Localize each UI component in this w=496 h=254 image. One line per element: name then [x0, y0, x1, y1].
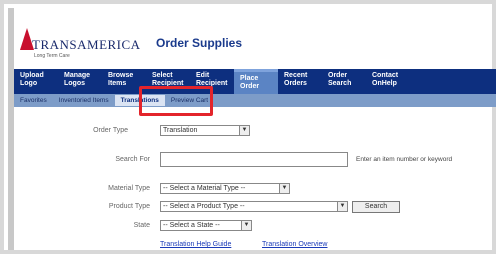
material-type-value: -- Select a Material Type -- — [163, 185, 246, 192]
chevron-down-icon: ▼ — [241, 221, 251, 230]
search-input[interactable] — [160, 152, 348, 167]
nav-manage-logos[interactable]: Manage Logos — [58, 69, 102, 94]
state-label: State — [133, 222, 150, 229]
translation-help-link[interactable]: Translation Help Guide — [160, 241, 231, 248]
product-type-label: Product Type — [108, 203, 150, 210]
material-type-label: Material Type — [108, 185, 150, 192]
search-label: Search For — [115, 156, 150, 163]
product-type-value: -- Select a Product Type -- — [163, 203, 245, 210]
brand-tagline: Long Term Care — [34, 53, 70, 59]
nav-recent-orders[interactable]: Recent Orders — [278, 69, 322, 94]
translation-overview-link[interactable]: Translation Overview — [262, 241, 328, 248]
state-value: -- Select a State -- — [163, 222, 220, 229]
order-type-select[interactable]: Translation ▼ — [160, 125, 250, 136]
brand-name: TRANSAMERICA — [32, 37, 141, 52]
tab-inventoried-items[interactable]: Inventoried Items — [53, 97, 115, 104]
highlight-box — [139, 86, 213, 116]
nav-contact-help[interactable]: Contact OnHelp — [366, 69, 410, 94]
search-hint: Enter an item number or keyword — [356, 156, 453, 163]
search-button[interactable]: Search — [352, 201, 400, 213]
nav-place-order[interactable]: Place Order — [234, 69, 278, 94]
nav-upload-logo[interactable]: Upload Logo — [14, 69, 58, 94]
main-navigation: Upload Logo Manage Logos Browse Items Se… — [14, 69, 496, 94]
nav-order-search[interactable]: Order Search — [322, 69, 366, 94]
chevron-down-icon: ▼ — [239, 126, 249, 135]
order-type-value: Translation — [163, 127, 198, 134]
order-type-label: Order Type — [93, 127, 128, 134]
brand-logo: TRANSAMERICA Long Term Care — [20, 28, 150, 68]
product-type-select[interactable]: -- Select a Product Type -- ▼ — [160, 201, 348, 212]
material-type-select[interactable]: -- Select a Material Type -- ▼ — [160, 183, 290, 194]
left-scroll-rail — [8, 8, 14, 250]
page-title: Order Supplies — [156, 36, 243, 50]
sub-navigation: Favorites Inventoried Items Translations… — [14, 94, 496, 107]
state-select[interactable]: -- Select a State -- ▼ — [160, 220, 252, 231]
chevron-down-icon: ▼ — [279, 184, 289, 193]
tab-favorites[interactable]: Favorites — [14, 97, 53, 104]
chevron-down-icon: ▼ — [337, 202, 347, 211]
